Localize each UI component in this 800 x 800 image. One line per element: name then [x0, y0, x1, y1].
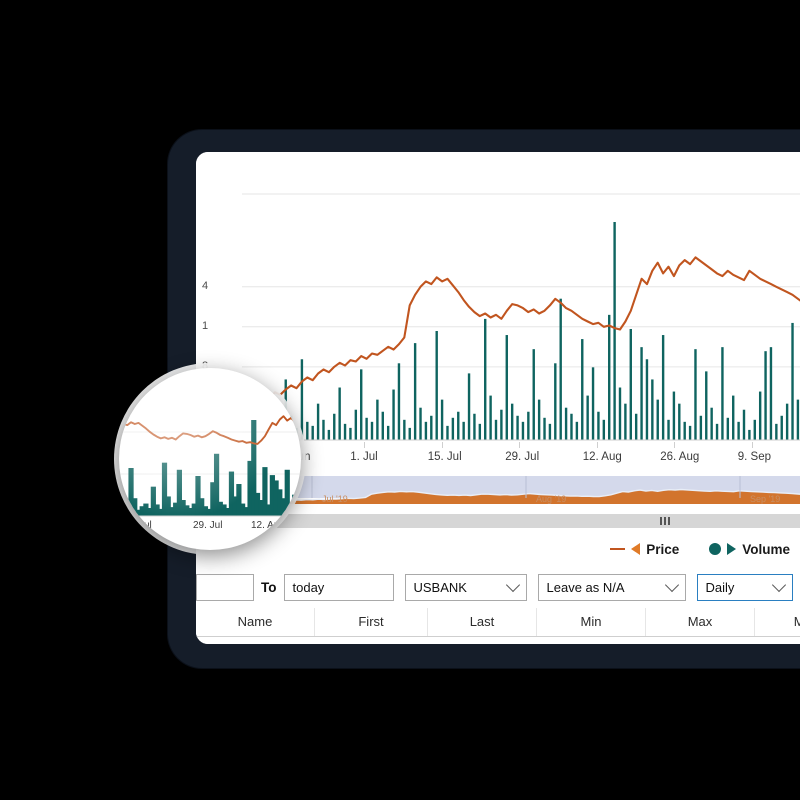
- bank-select[interactable]: USBANK: [404, 573, 527, 601]
- table-row[interactable]: rice20190521 97.59...20191121 98.42...20…: [196, 637, 800, 645]
- circle-swatch-icon: [709, 543, 722, 555]
- frequency-select[interactable]: Daily: [696, 573, 793, 601]
- frequency-select-value: Daily: [705, 579, 735, 595]
- line-swatch-icon: [610, 548, 626, 550]
- x-axis-tickmark: [596, 442, 598, 448]
- left-triangle-icon: [631, 543, 641, 555]
- magnifier-tick-1: 29. Jul: [193, 520, 223, 531]
- na-select-value: Leave as N/A: [546, 579, 625, 595]
- x-axis-tickmark: [441, 442, 443, 448]
- table-header-first[interactable]: First: [315, 608, 428, 636]
- drag-grip-icon[interactable]: [656, 516, 674, 526]
- table-cell-min: 20190530 97.57...: [540, 644, 648, 645]
- x-axis-tick-6: 9. Sep: [737, 451, 771, 463]
- results-table: NameFirstLastMinMaxMean rice20190521 97.…: [196, 608, 800, 644]
- chevron-down-icon: [771, 577, 786, 593]
- y-axis-tick-1: 1: [202, 319, 209, 332]
- date-to-input[interactable]: today: [283, 573, 394, 601]
- chevron-down-icon: [664, 577, 679, 593]
- magnifier-content: Jul 29. Jul 12. Aug: [119, 368, 301, 550]
- legend-label-volume: Volume: [742, 541, 790, 557]
- bank-select-value: USBANK: [413, 579, 467, 595]
- magnifier-tick-2: 12. Aug: [251, 520, 285, 531]
- x-axis-tick-1: 1. Jul: [350, 451, 378, 463]
- x-axis-tickmark: [519, 442, 521, 448]
- table-header-min[interactable]: Min: [537, 608, 646, 636]
- x-axis-tick-2: 15. Jul: [427, 451, 462, 463]
- navigator-faded-label-1: Aug '19: [536, 494, 567, 504]
- table-header-row: NameFirstLastMinMaxMean: [196, 608, 800, 637]
- query-form-row: To today USBANK Leave as N/A Daily: [196, 566, 800, 609]
- legend-label-price: Price: [646, 541, 680, 557]
- screenshot-stage: 4 1 8 17. Jun1. Jul15. Jul29. Jul12. Aug…: [0, 0, 800, 800]
- table-cell-mean: 98.162598: [756, 644, 800, 645]
- volume-bars: [246, 222, 800, 440]
- legend-item-price[interactable]: Price: [610, 542, 679, 557]
- navigator-faded-label-2: Sep '19: [750, 494, 781, 504]
- table-header-max[interactable]: Max: [646, 608, 755, 636]
- x-axis-tick-5: 26. Aug: [660, 451, 700, 463]
- x-axis-tick-4: 12. Aug: [582, 451, 622, 463]
- magnifier-tick-0: Jul: [139, 520, 152, 531]
- table-cell-name: rice: [196, 644, 320, 645]
- magnifier-lens: Jul 29. Jul 12. Aug: [119, 368, 301, 550]
- x-axis-tick-3: 29. Jul: [505, 451, 540, 463]
- x-axis-tickmark: [751, 442, 753, 448]
- table-header-last[interactable]: Last: [428, 608, 537, 636]
- chevron-down-icon: [505, 577, 520, 593]
- x-axis-tickmark: [674, 442, 676, 448]
- date-from-input[interactable]: [196, 573, 254, 601]
- na-handling-select[interactable]: Leave as N/A: [537, 573, 686, 601]
- to-label: To: [261, 579, 277, 595]
- y-axis-tick-0: 4: [202, 279, 209, 292]
- right-triangle-icon: [727, 543, 737, 555]
- chart-gridlines: [242, 193, 800, 368]
- table-header-mean[interactable]: Mean: [755, 608, 800, 636]
- table-cell-last: 20191121 98.42...: [432, 644, 540, 645]
- legend-item-volume[interactable]: Volume: [709, 542, 790, 557]
- table-cell-first: 20190521 97.59...: [320, 644, 432, 645]
- x-axis-tickmark: [364, 442, 366, 448]
- price-line: [246, 256, 800, 406]
- table-cell-max: 20191003 98.57...: [648, 644, 756, 645]
- table-header-name[interactable]: Name: [196, 608, 315, 636]
- navigator-faded-label-0: Jul '19: [322, 494, 348, 504]
